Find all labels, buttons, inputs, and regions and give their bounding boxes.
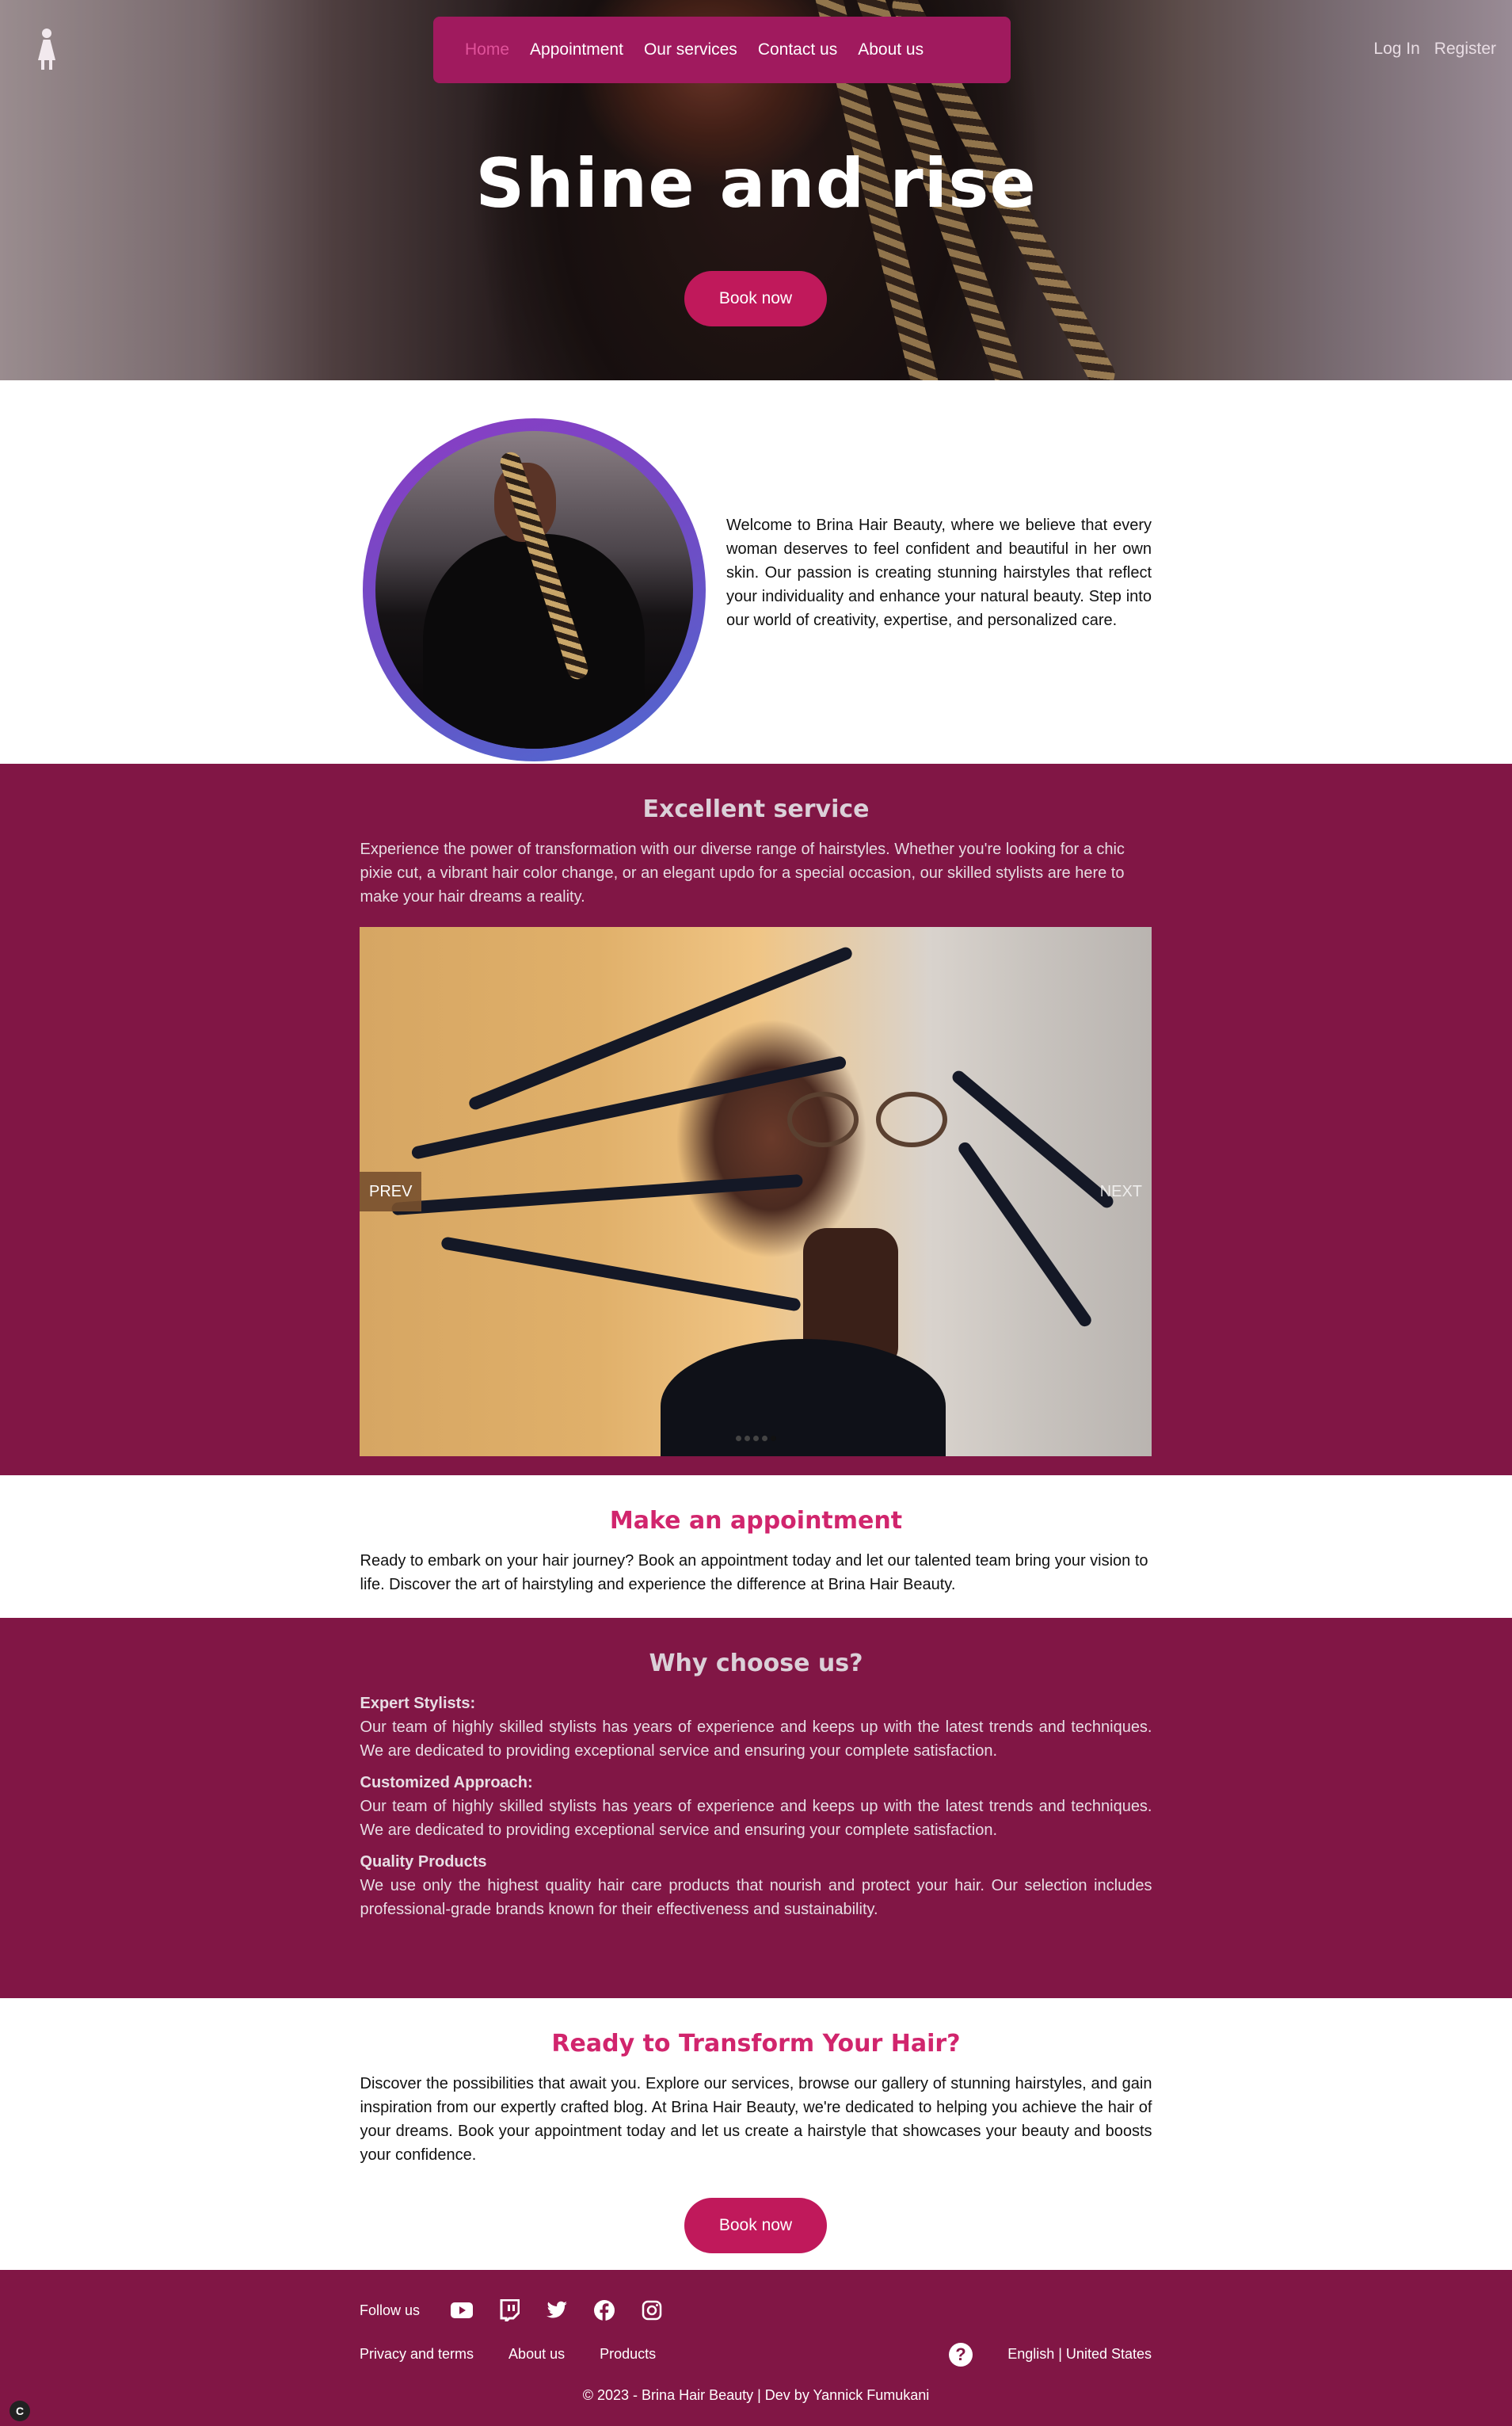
login-link[interactable]: Log In [1373, 40, 1419, 59]
nav-contact-us[interactable]: Contact us [758, 40, 837, 59]
slider-dots [360, 1436, 1152, 1441]
locale-selector[interactable]: English | United States [1007, 2346, 1152, 2363]
twitch-icon[interactable] [497, 2298, 521, 2322]
why-item: Quality Products We use only the highest… [360, 1850, 1152, 1921]
social-links: Follow us [360, 2298, 664, 2322]
why-item-text: We use only the highest quality hair car… [360, 1877, 1152, 1918]
slider-dot[interactable] [744, 1436, 750, 1441]
appointment-title: Make an appointment [609, 1507, 903, 1535]
register-link[interactable]: Register [1434, 40, 1496, 59]
transform-title: Ready to Transform Your Hair? [551, 2030, 961, 2058]
hero-title: Shine and rise [475, 144, 1037, 223]
profile-photo [375, 431, 693, 749]
slide-photo-glasses [787, 1092, 954, 1147]
youtube-icon[interactable] [450, 2298, 474, 2322]
nav-home[interactable]: Home [465, 40, 509, 59]
instagram-icon[interactable] [640, 2298, 664, 2322]
why-item: Expert Stylists: Our team of highly skil… [360, 1692, 1152, 1763]
why-item: Customized Approach: Our team of highly … [360, 1771, 1152, 1842]
help-icon[interactable]: ? [949, 2343, 973, 2367]
nav-our-services[interactable]: Our services [644, 40, 737, 59]
privacy-terms-link[interactable]: Privacy and terms [360, 2346, 474, 2363]
why-item-heading: Customized Approach: [360, 1774, 533, 1791]
footer-links: Privacy and terms About us Products [360, 2346, 656, 2363]
profile-photo-ring [363, 418, 706, 761]
slider-dot-active[interactable] [770, 1436, 776, 1441]
intro-text: Welcome to Brina Hair Beauty, where we b… [726, 517, 1152, 629]
logo-icon[interactable] [36, 29, 57, 71]
hero-section: Home Appointment Our services Contact us… [0, 0, 1512, 380]
why-list: Expert Stylists: Our team of highly skil… [360, 1692, 1152, 1921]
slider-dot[interactable] [752, 1436, 759, 1441]
transform-text: Discover the possibilities that await yo… [360, 2075, 1152, 2164]
image-slider[interactable]: PREV NEXT [360, 927, 1152, 1456]
slider-dot[interactable] [761, 1436, 767, 1441]
service-title: Excellent service [642, 795, 870, 823]
facebook-icon[interactable] [592, 2298, 616, 2322]
footer: Follow us Privacy and terms About us Pro… [0, 2270, 1512, 2426]
intro-section: Welcome to Brina Hair Beauty, where we b… [0, 380, 1512, 764]
slider-prev-button[interactable]: PREV [360, 1172, 422, 1211]
hero-book-now-button[interactable]: Book now [684, 271, 827, 326]
why-item-text: Our team of highly skilled stylists has … [360, 1718, 1152, 1760]
footer-about-link[interactable]: About us [508, 2346, 565, 2363]
transform-section: Ready to Transform Your Hair? Discover t… [0, 1998, 1512, 2270]
copyright: © 2023 - Brina Hair Beauty | Dev by Yann… [582, 2387, 930, 2403]
twitter-icon[interactable] [545, 2298, 569, 2322]
corner-badge-icon[interactable]: C [10, 2401, 30, 2421]
appointment-section: Make an appointment Ready to embark on y… [0, 1475, 1512, 1618]
service-section: Excellent service Experience the power o… [0, 764, 1512, 1475]
slider-dot[interactable] [735, 1436, 741, 1441]
slider-next-button[interactable]: NEXT [1091, 1172, 1152, 1211]
transform-book-now-button[interactable]: Book now [684, 2198, 827, 2253]
why-item-text: Our team of highly skilled stylists has … [360, 1798, 1152, 1839]
auth-links: Log In Register [1373, 40, 1496, 59]
nav-about-us[interactable]: About us [858, 40, 924, 59]
nav-appointment[interactable]: Appointment [530, 40, 623, 59]
follow-label: Follow us [360, 2302, 421, 2318]
why-item-heading: Expert Stylists: [360, 1695, 476, 1712]
footer-products-link[interactable]: Products [600, 2346, 656, 2363]
main-nav: Home Appointment Our services Contact us… [433, 17, 1011, 83]
service-text: Experience the power of transformation w… [360, 841, 1125, 906]
why-item-heading: Quality Products [360, 1853, 487, 1871]
why-choose-us-section: Why choose us? Expert Stylists: Our team… [0, 1618, 1512, 1998]
why-title: Why choose us? [649, 1650, 863, 1677]
appointment-text: Ready to embark on your hair journey? Bo… [360, 1552, 1148, 1593]
